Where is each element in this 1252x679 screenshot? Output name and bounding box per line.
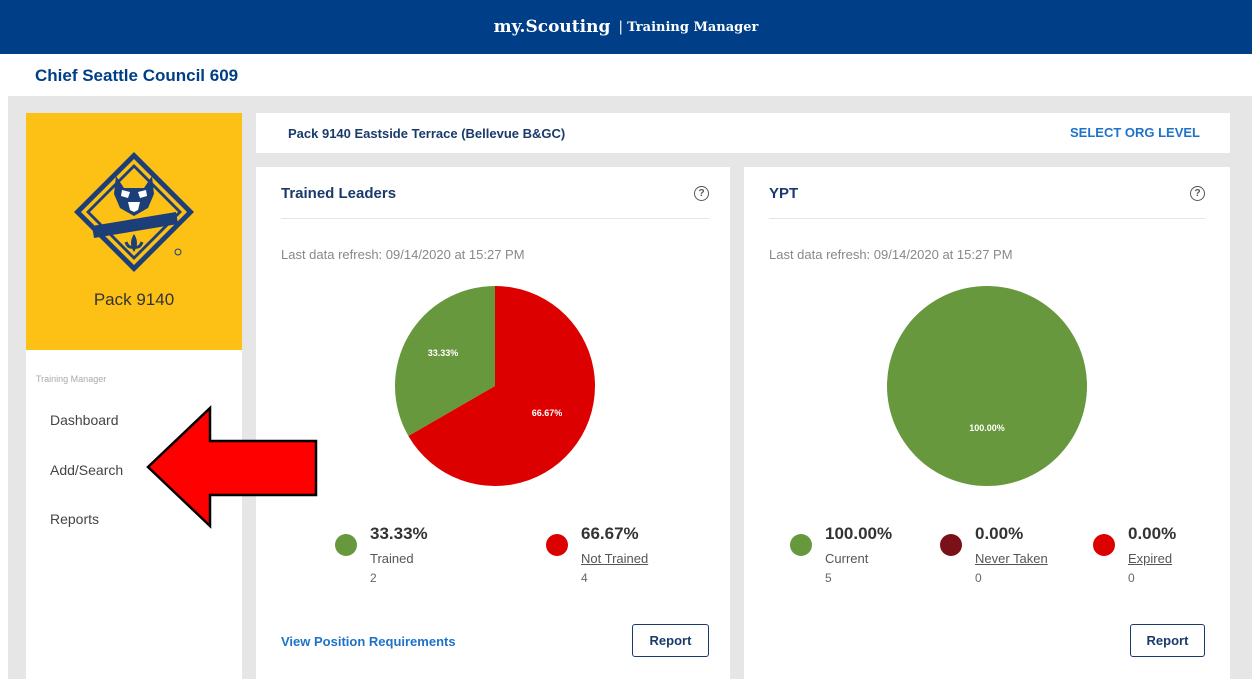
card-title: Trained Leaders <box>281 185 397 202</box>
brand-name[interactable]: my.Scouting <box>494 17 611 37</box>
trained-leaders-card: Trained Leaders ? Last data refresh: 09/… <box>256 167 730 679</box>
unit-card: Pack 9140 <box>26 113 242 350</box>
expired-link[interactable]: Expired <box>1128 551 1172 566</box>
legend-count: 0 <box>1128 571 1135 585</box>
sidebar: Pack 9140 Training Manager Dashboard Add… <box>26 113 242 679</box>
ypt-pie-chart: 100.00% <box>887 286 1087 486</box>
top-bar: my.Scouting | Training Manager <box>0 0 1252 54</box>
select-org-level-link[interactable]: SELECT ORG LEVEL <box>1070 125 1200 140</box>
legend-percent: 33.33% <box>370 524 428 543</box>
cub-scouts-logo-icon <box>74 152 194 272</box>
never-taken-link[interactable]: Never Taken <box>975 551 1048 566</box>
unit-name: Pack 9140 <box>93 290 175 309</box>
ypt-report-button[interactable]: Report <box>1130 624 1205 657</box>
trained-report-button[interactable]: Report <box>632 624 709 657</box>
legend-dot <box>335 534 357 556</box>
legend-count: 0 <box>975 571 982 585</box>
legend-label: Trained <box>370 551 414 566</box>
card-divider <box>281 218 709 219</box>
nav-item-reports[interactable]: Reports <box>50 511 99 527</box>
annotation-arrow-icon <box>146 405 318 529</box>
legend-count: 5 <box>825 571 832 585</box>
trained-pie-chart: 33.33% 66.67% <box>395 286 595 486</box>
pie-data-label: 100.00% <box>969 423 1005 433</box>
legend-dot <box>546 534 568 556</box>
pie-slice-current[interactable] <box>887 286 1087 486</box>
pie-data-label: 33.33% <box>428 348 459 358</box>
legend-dot <box>1093 534 1115 556</box>
council-name: Chief Seattle Council 609 <box>35 66 239 85</box>
ypt-card: YPT ? Last data refresh: 09/14/2020 at 1… <box>744 167 1230 679</box>
legend-count: 4 <box>581 571 588 585</box>
card-divider <box>769 218 1205 219</box>
nav-item-add-search[interactable]: Add/Search <box>50 462 123 478</box>
refresh-text: Last data refresh: 09/14/2020 at 15:27 P… <box>281 247 525 262</box>
nav-heading: Training Manager <box>36 374 107 384</box>
legend-dot <box>940 534 962 556</box>
refresh-text: Last data refresh: 09/14/2020 at 15:27 P… <box>769 247 1013 262</box>
legend-percent: 0.00% <box>975 524 1024 543</box>
legend-percent: 0.00% <box>1128 524 1177 543</box>
nav-item-dashboard[interactable]: Dashboard <box>50 412 119 428</box>
pie-data-label: 66.67% <box>532 408 563 418</box>
header-separator: | <box>618 19 624 35</box>
not-trained-link[interactable]: Not Trained <box>581 551 648 566</box>
legend-count: 2 <box>370 571 377 585</box>
help-icon[interactable]: ? <box>694 186 709 201</box>
legend-percent: 100.00% <box>825 524 893 543</box>
app-name: Training Manager <box>627 19 759 35</box>
view-position-requirements-link[interactable]: View Position Requirements <box>281 634 456 649</box>
legend-label: Current <box>825 551 869 566</box>
legend-percent: 66.67% <box>581 524 639 543</box>
legend-dot <box>790 534 812 556</box>
org-bar: Pack 9140 Eastside Terrace (Bellevue B&G… <box>256 113 1230 153</box>
org-name: Pack 9140 Eastside Terrace (Bellevue B&G… <box>288 126 566 141</box>
help-icon[interactable]: ? <box>1190 186 1205 201</box>
card-title: YPT <box>769 185 799 202</box>
